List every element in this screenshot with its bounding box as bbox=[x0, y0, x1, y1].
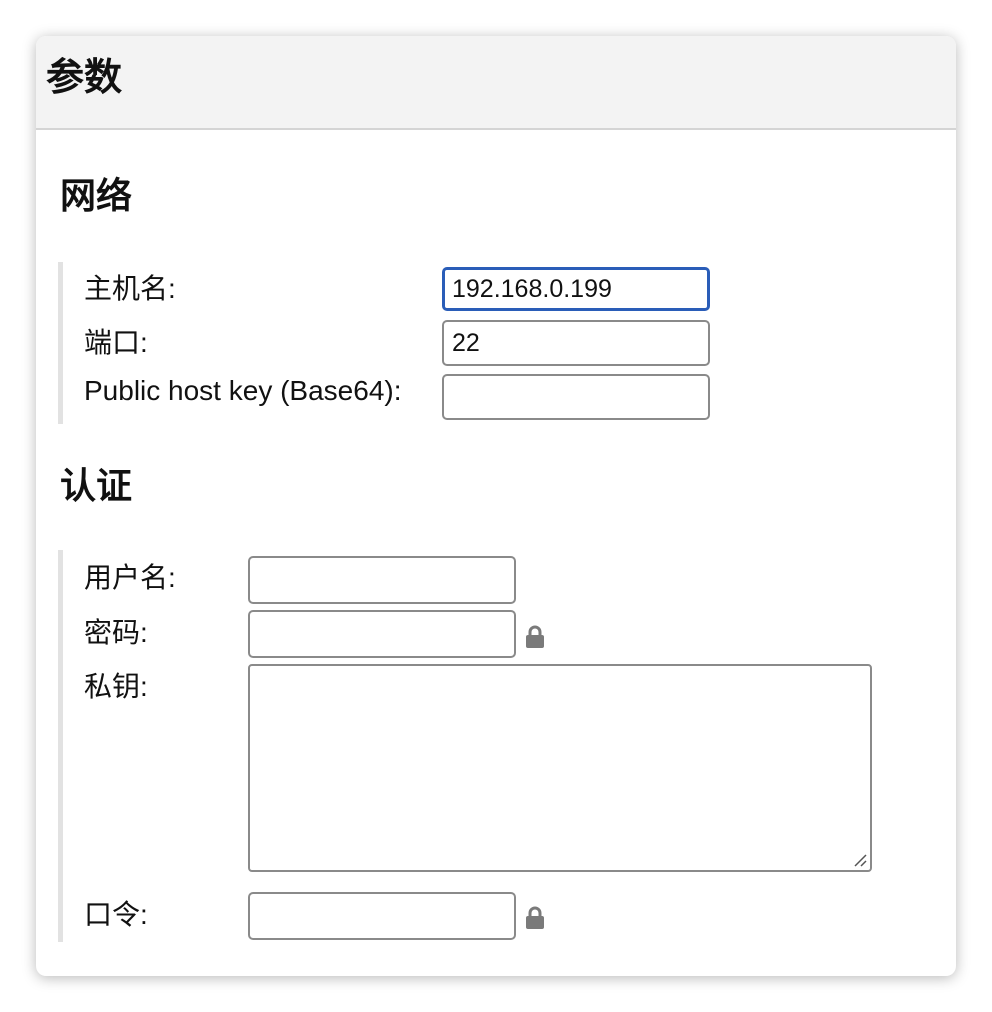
network-section-title: 网络 bbox=[60, 175, 133, 216]
public-host-key-input[interactable] bbox=[442, 374, 710, 420]
passphrase-input[interactable] bbox=[248, 892, 516, 940]
username-label: 用户名: bbox=[84, 562, 176, 593]
network-group-bar bbox=[58, 262, 63, 424]
private-key-label: 私钥: bbox=[84, 671, 148, 702]
password-lock-icon bbox=[526, 625, 544, 648]
port-input[interactable] bbox=[442, 320, 710, 366]
port-label: 端口: bbox=[84, 327, 148, 358]
resize-grip-icon[interactable] bbox=[852, 852, 868, 868]
hostname-label: 主机名: bbox=[84, 273, 176, 304]
auth-section-title: 认证 bbox=[60, 465, 133, 506]
public-host-key-label: Public host key (Base64): bbox=[84, 375, 402, 406]
password-label: 密码: bbox=[84, 617, 148, 648]
auth-group-bar bbox=[58, 550, 63, 942]
parameters-dialog: 参数 网络 主机名: 端口: Public host key (Base64):… bbox=[36, 36, 956, 976]
dialog-title: 参数 bbox=[46, 57, 123, 99]
dialog-header: 参数 bbox=[36, 36, 956, 130]
password-input[interactable] bbox=[248, 610, 516, 658]
private-key-textarea[interactable] bbox=[248, 664, 872, 872]
passphrase-lock-icon bbox=[526, 906, 544, 929]
hostname-input[interactable] bbox=[442, 267, 710, 311]
username-input[interactable] bbox=[248, 556, 516, 604]
passphrase-label: 口令: bbox=[84, 899, 148, 930]
